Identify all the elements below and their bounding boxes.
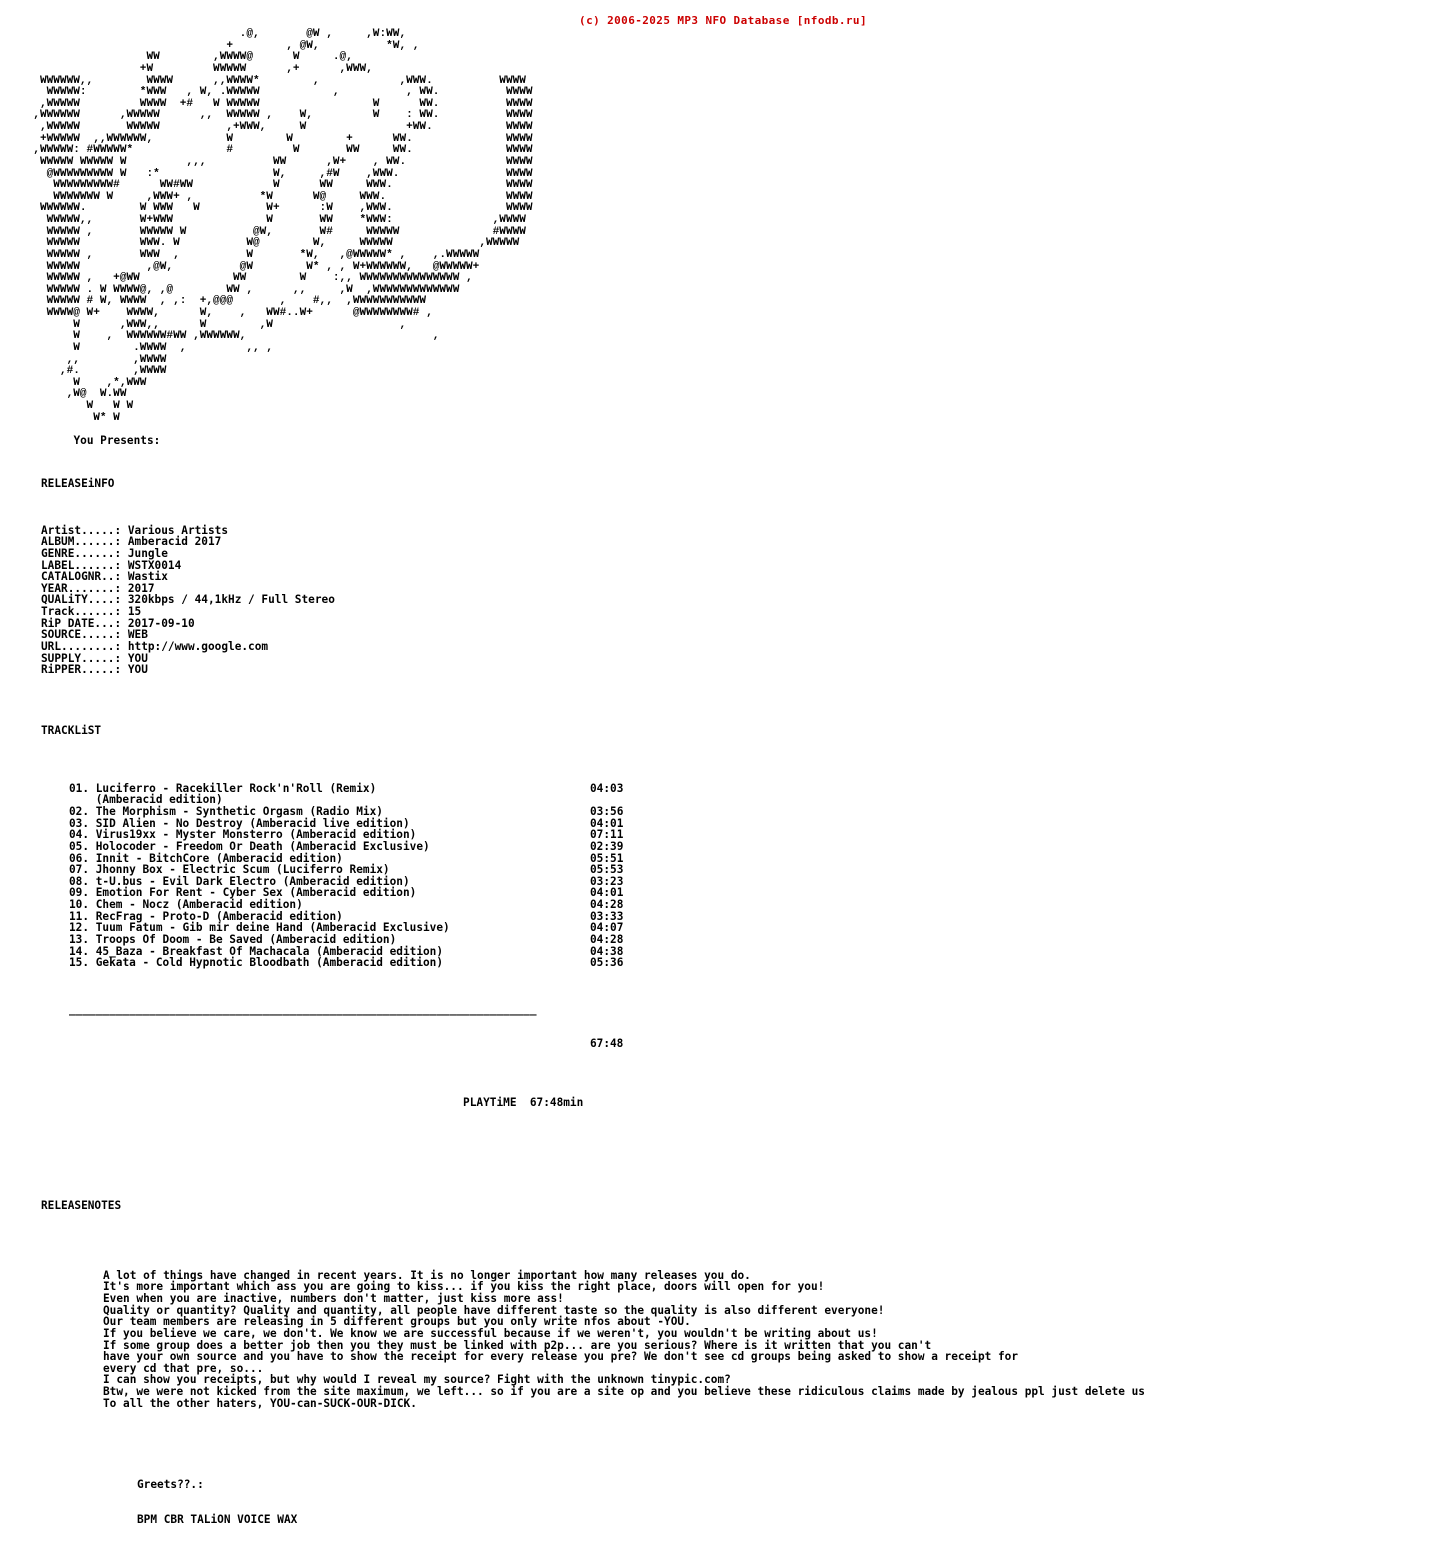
greets-block: Greets??.: BPM CBR TALiON VOICE WAX (137, 1456, 1432, 1549)
releasenotes-section: RELEASENOTES A lot of things have change… (41, 1177, 1432, 1560)
releaseinfo-row: GENRE......: Jungle (41, 548, 1432, 560)
releasenote-line: To all the other haters, YOU-can-SUCK-OU… (103, 1396, 417, 1410)
playtime-summary: PLAYTiME 67:48min (69, 1095, 1432, 1109)
track-row: 15. Gekata - Cold Hypnotic Bloodbath (Am… (69, 957, 1432, 969)
releaseinfo-row: RiP DATE...: 2017-09-10 (41, 617, 1432, 630)
tracklist-section: TRACKLiST 01. Luciferro - Racekiller Roc… (41, 701, 1432, 1119)
track-gap (376, 782, 590, 795)
releaseinfo-label: RiPPER.....: (41, 663, 122, 677)
releasenote-line: If you believe we care, we don't. We kno… (103, 1326, 878, 1340)
track-duration: 04:03 (589, 781, 624, 795)
releaseinfo-value: 320kbps / 44,1kHz / Full Stereo (121, 593, 335, 607)
track-number: 15. (69, 956, 90, 970)
tracklist-divider: ________________________________________… (69, 1002, 537, 1016)
releasenote-line: have your own source and you have to sho… (103, 1350, 1019, 1364)
releasenote-line: Btw, we were not kicked from the site ma… (103, 1385, 1145, 1399)
releaseinfo-row: RiPPER.....: YOU (41, 664, 1432, 676)
releaseinfo-row: Artist.....: Various Artists (41, 524, 1432, 537)
track-row: 01. Luciferro - Racekiller Rock'n'Roll (… (69, 781, 1432, 795)
releaseinfo-row: SUPPLY.....: YOU (41, 652, 1432, 665)
releasenote-line: Even when you are inactive, numbers don'… (103, 1292, 564, 1306)
tracklist-total-time: 67:48 (69, 1038, 1432, 1050)
tracklist-rows: 01. Luciferro - Racekiller Rock'n'Roll (… (69, 781, 1432, 969)
releasenote-line: every cd that pre, so... (103, 1361, 264, 1375)
tracklist-heading: TRACKLiST (41, 723, 102, 737)
total-time-value: 67:48 (69, 1037, 624, 1051)
track-title: Gekata - Cold Hypnotic Bloodbath (Ambera… (89, 956, 444, 970)
releaseinfo-row: URL........: http://www.google.com (41, 641, 1432, 653)
track-gap (443, 956, 590, 969)
copyright-text: (c) 2006-2025 MP3 NFO Database [nfodb.ru… (579, 14, 867, 27)
playtime-label: PLAYTiME (69, 1095, 517, 1109)
releasenote-line: If some group does a better job then you… (103, 1338, 932, 1352)
releaseinfo-heading: RELEASEiNFO (41, 477, 115, 491)
releaseinfo-row: QUALiTY....: 320kbps / 44,1kHz / Full St… (41, 594, 1432, 606)
releaseinfo-row: CATALOGNR..: Wastix (41, 571, 1432, 583)
releaseinfo-row: ALBUM......: Amberacid 2017 (41, 536, 1432, 548)
presents-line: You Presents: (0, 434, 161, 448)
releasenotes-heading: RELEASENOTES (41, 1199, 122, 1213)
releasenotes-body: A lot of things have changed in recent y… (103, 1270, 1432, 1410)
playtime-value: 67:48min (516, 1095, 584, 1109)
releaseinfo-value: YOU (121, 663, 148, 677)
releaseinfo-section: RELEASEiNFO Artist.....: Various Artists… (41, 455, 1432, 687)
track-duration: 05:36 (590, 956, 624, 970)
ascii-art-logo: .@, @W , ,W:WW, + , @W, *W, , WW ,WWWW@ … (33, 28, 533, 424)
site-copyright-banner: (c) 2006-2025 MP3 NFO Database [nfodb.ru… (0, 0, 1432, 27)
releaseinfo-list: Artist.....: Various Artists ALBUM......:… (41, 524, 1432, 676)
releaseinfo-row: LABEL......: WSTX0014 (41, 559, 1432, 572)
releasenote-line: I can show you receipts, but why would I… (103, 1373, 731, 1387)
greets-label: Greets??.: (137, 1478, 204, 1491)
releaseinfo-row: Track......: 15 (41, 606, 1432, 618)
greets-list: BPM CBR TALiON VOICE WAX (137, 1512, 298, 1526)
